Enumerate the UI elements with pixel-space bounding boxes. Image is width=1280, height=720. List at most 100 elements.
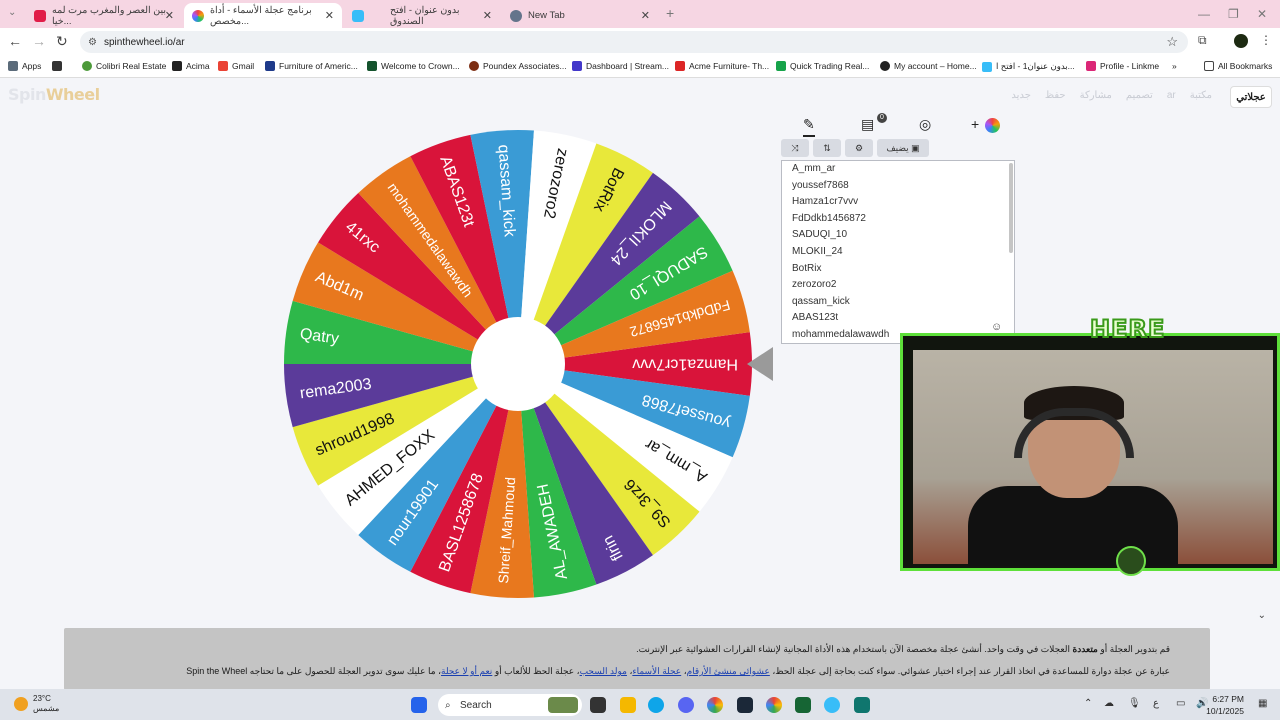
nav-design[interactable]: تصميم (1126, 90, 1153, 101)
bookmark-furniture[interactable]: Furniture of Americ... (265, 61, 358, 71)
date: 10/1/2025 (1206, 706, 1244, 716)
bookmark-quick-trading[interactable]: Quick Trading Real... (776, 61, 869, 71)
nav-library[interactable]: مكتبة (1190, 90, 1212, 101)
bookmark-star-icon[interactable]: ☆ (1166, 34, 1178, 50)
browser-tab-3[interactable]: بدون عنوان - افتح الصندوق ✕ (344, 3, 500, 28)
entry-line[interactable]: A_mm_ar (782, 161, 1014, 178)
entry-line[interactable]: qassam_kick (782, 294, 1014, 311)
start-windows-icon[interactable] (411, 697, 427, 713)
chevron-down-icon[interactable]: ⌄ (1258, 610, 1266, 621)
spin-wheel[interactable]: Hamza1cr7vvvyoussef7868A_mm_arS9_3rz6flr… (282, 128, 754, 600)
nav-language[interactable]: ar (1167, 90, 1176, 101)
edit-pencil-icon[interactable]: ✎ (803, 116, 815, 137)
hide-eye-icon[interactable]: ◎ (919, 116, 931, 133)
back-arrow-icon[interactable]: ← (8, 33, 22, 49)
language-indicator[interactable]: ع (1153, 698, 1159, 709)
weather-widget[interactable]: 23°C مشمس (14, 694, 59, 714)
settings-gear-button[interactable]: ⚙ (845, 139, 873, 157)
browser-tab-4[interactable]: New Tab ✕ (502, 3, 658, 28)
browser-tab-1[interactable]: بين العصر والمغرب مرت لمه خيا... ✕ (26, 3, 182, 28)
link-draw-generator[interactable]: مولد السحب (580, 666, 627, 676)
entry-line[interactable]: youssef7868 (782, 178, 1014, 195)
link-names-wheel[interactable]: عجلة الأسماء (632, 666, 681, 676)
tray-overflow-icon[interactable]: ⌃ (1084, 698, 1092, 709)
extensions-icon[interactable]: ⧉ (1198, 33, 1207, 48)
bookmark-box[interactable]: بدون عنوان1 - افتح ا... (982, 61, 1075, 72)
edge-icon[interactable] (648, 697, 664, 713)
link-number-generator[interactable]: عشوائي منشئ الأرقام (687, 666, 770, 676)
app-icon[interactable] (824, 697, 840, 713)
task-view-icon[interactable] (590, 697, 606, 713)
network-icon[interactable]: ▭ (1176, 698, 1185, 709)
new-tab-button[interactable]: + (666, 5, 674, 21)
maximize-button[interactable]: ❐ (1228, 7, 1239, 21)
microphone-icon[interactable]: 🎙 (1128, 698, 1141, 709)
file-explorer-icon[interactable] (620, 697, 636, 713)
bookmark-poundex[interactable]: Poundex Associates... (469, 61, 567, 71)
entry-line[interactable]: Hamza1cr7vvv (782, 194, 1014, 211)
entry-line[interactable]: FdDdkb1456872 (782, 211, 1014, 228)
close-icon[interactable]: ✕ (325, 9, 334, 22)
bookmark-acima[interactable]: Acima (172, 61, 210, 71)
site-logo[interactable]: SpinWheel (8, 85, 100, 104)
minimize-button[interactable]: — (1198, 7, 1210, 21)
close-icon[interactable]: ✕ (165, 9, 174, 22)
wheel-center-hub[interactable] (471, 317, 565, 411)
kick-icon[interactable] (795, 697, 811, 713)
bookmark-apps[interactable]: Apps (8, 61, 41, 71)
close-icon[interactable]: ✕ (483, 9, 492, 22)
app-window-icon[interactable] (854, 697, 870, 713)
nav-share[interactable]: مشاركة (1080, 90, 1112, 101)
cloud-icon[interactable]: ☁ (1104, 698, 1114, 709)
bookmark-grid[interactable] (52, 61, 62, 71)
my-wheels-button[interactable]: عجلاتي (1230, 86, 1272, 108)
bookmark-gmail[interactable]: Gmail (218, 61, 254, 71)
nav-new[interactable]: جديد (1011, 90, 1030, 101)
bookmark-crown[interactable]: Welcome to Crown... (367, 61, 460, 71)
results-clipboard-icon[interactable]: ▤ (861, 116, 874, 133)
shuffle-button[interactable]: ⤨ (781, 139, 809, 157)
widget-image-icon[interactable] (548, 697, 578, 713)
forward-arrow-icon[interactable]: → (32, 33, 46, 49)
site-info-icon[interactable]: ⚙ (88, 37, 97, 48)
bookmark-colibri[interactable]: Colibri Real Estate (82, 61, 166, 71)
address-bar[interactable]: ⚙ spinthewheel.io/ar ☆ (80, 31, 1188, 53)
nav-save[interactable]: حفظ (1045, 90, 1066, 101)
bookmark-dashboard[interactable]: Dashboard | Stream... (572, 61, 669, 71)
window-close-button[interactable]: ✕ (1257, 7, 1267, 21)
close-icon[interactable]: ✕ (641, 9, 650, 22)
chrome-profile-icon[interactable] (766, 697, 782, 713)
emoji-icon[interactable]: ☺ (991, 321, 1002, 333)
steam-icon[interactable] (737, 697, 753, 713)
clock[interactable]: 6:27 PM 10/1/2025 (1206, 693, 1244, 717)
reload-icon[interactable]: ↻ (56, 33, 68, 50)
sort-button[interactable]: ⇅ (813, 139, 841, 157)
add-wheel-icon[interactable]: + (971, 116, 979, 132)
poundex-icon (469, 61, 479, 71)
entries-scrollbar[interactable] (1009, 163, 1013, 253)
bookmark-label: Poundex Associates... (483, 61, 567, 71)
notifications-icon[interactable]: ▦ (1258, 698, 1267, 709)
discord-icon[interactable] (678, 697, 694, 713)
entry-line[interactable]: ABAS123t (782, 310, 1014, 327)
tab-search-icon[interactable]: ⌄ (8, 7, 16, 18)
all-bookmarks[interactable]: All Bookmarks (1204, 61, 1272, 71)
browser-tab-2[interactable]: برنامج عجلة الأسماء - أداة مخصص... ✕ (184, 3, 342, 28)
menu-icon[interactable]: ⋮ (1260, 33, 1272, 47)
chrome-icon[interactable] (707, 697, 723, 713)
entry-line[interactable]: BotRix (782, 261, 1014, 278)
bookmark-label: Quick Trading Real... (790, 61, 870, 71)
bookmark-linkme[interactable]: Profile - Linkme (1086, 61, 1159, 71)
bookmark-acme[interactable]: Acme Furniture- Th... (675, 61, 769, 71)
entry-line[interactable]: MLOKII_24 (782, 244, 1014, 261)
entries-textarea[interactable]: A_mm_ar youssef7868 Hamza1cr7vvv FdDdkb1456… (781, 160, 1015, 344)
entry-line[interactable]: SADUQI_10 (782, 227, 1014, 244)
entry-line[interactable]: zerozoro2 (782, 277, 1014, 294)
add-image-button[interactable]: يضيف ▣ (877, 139, 929, 157)
profile-avatar[interactable] (1234, 34, 1248, 48)
bookmarks-overflow-icon[interactable]: » (1172, 61, 1177, 71)
bookmark-my-account[interactable]: My account – Home... (880, 61, 977, 71)
entries-toolbar: ⤨ ⇅ ⚙ يضيف ▣ (781, 139, 929, 157)
color-palette-icon[interactable] (985, 118, 1000, 133)
link-yes-no-wheel[interactable]: نعم أو لا عجلة (441, 666, 492, 676)
